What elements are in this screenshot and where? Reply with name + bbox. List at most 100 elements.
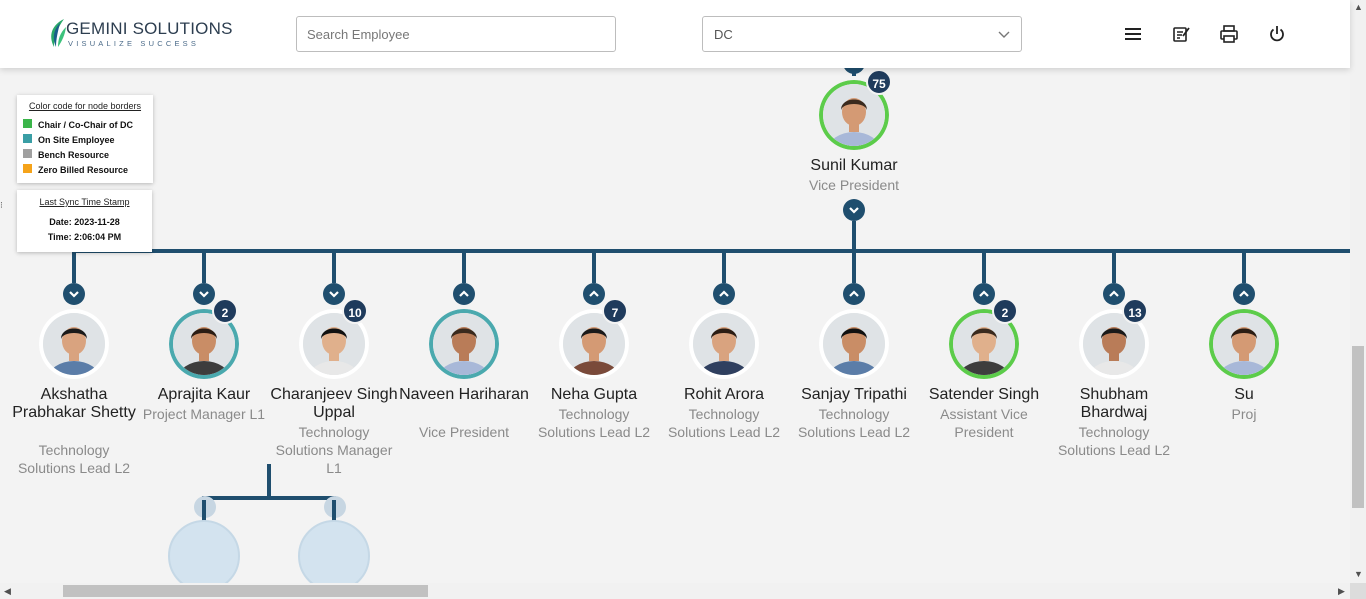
legend-swatch bbox=[23, 133, 32, 143]
chevron-up-icon bbox=[589, 290, 599, 297]
child-toggle[interactable] bbox=[63, 283, 85, 305]
employee-name[interactable]: Naveen Hariharan bbox=[399, 386, 529, 404]
person-icon bbox=[819, 309, 889, 379]
dc-select-value: DC bbox=[714, 27, 733, 42]
logo-text: GEMINI SOLUTIONS bbox=[66, 19, 233, 38]
sync-panel: Last Sync Time Stamp Date: 2023-11-28 Ti… bbox=[17, 190, 152, 252]
employee-title: Technology Solutions Lead L2 bbox=[797, 406, 911, 440]
connector-line bbox=[267, 464, 271, 498]
leaf-logo-icon bbox=[51, 19, 66, 47]
child-toggle[interactable] bbox=[1233, 283, 1255, 305]
chevron-down-icon bbox=[199, 291, 209, 298]
employee-title: Technology Solutions Lead L2 bbox=[667, 406, 781, 440]
scroll-down-arrow-icon[interactable]: ▼ bbox=[1354, 569, 1363, 579]
root-expand-toggle[interactable] bbox=[843, 199, 865, 221]
employee-name[interactable]: Akshatha Prabhakar Shetty bbox=[9, 386, 139, 422]
child-toggle[interactable] bbox=[193, 283, 215, 305]
employee-name[interactable]: Sanjay Tripathi bbox=[789, 386, 919, 404]
person-icon bbox=[689, 309, 759, 379]
reportee-count-badge: 7 bbox=[602, 298, 628, 324]
scroll-right-arrow-icon[interactable]: ▶ bbox=[1338, 586, 1345, 597]
legend-label: On Site Employee bbox=[38, 134, 115, 145]
employee-title: Assistant Vice President bbox=[940, 406, 1028, 440]
connector-line bbox=[852, 221, 856, 251]
employee-name[interactable]: Satender Singh bbox=[919, 386, 1049, 404]
chevron-up-icon bbox=[979, 290, 989, 297]
connector-line bbox=[332, 253, 336, 283]
connector-line bbox=[202, 496, 336, 500]
sync-time: Time: 2:06:04 PM bbox=[47, 232, 122, 242]
employee-name[interactable]: Aprajita Kaur bbox=[139, 386, 269, 404]
legend-label: Zero Billed Resource bbox=[38, 164, 129, 175]
chevron-up-icon bbox=[719, 290, 729, 297]
employee-avatar[interactable] bbox=[39, 309, 109, 379]
legend-swatch bbox=[23, 118, 32, 128]
chevron-up-icon bbox=[1239, 290, 1249, 297]
root-title: Vice President bbox=[808, 177, 899, 193]
connector-line bbox=[722, 253, 726, 283]
search-input[interactable] bbox=[296, 16, 616, 52]
employee-avatar[interactable] bbox=[689, 309, 759, 379]
employee-name[interactable]: Rohit Arora bbox=[659, 386, 789, 404]
employee-title: Technology Solutions Lead L2 bbox=[17, 442, 131, 476]
connector-line bbox=[852, 253, 856, 283]
child-toggle[interactable] bbox=[713, 283, 735, 305]
vertical-scroll-thumb[interactable] bbox=[1352, 346, 1364, 508]
scroll-up-arrow-icon[interactable]: ▲ bbox=[1354, 2, 1363, 12]
person-icon bbox=[39, 309, 109, 379]
root-name[interactable]: Sunil Kumar bbox=[789, 157, 919, 175]
legend-item: Zero Billed Resource bbox=[23, 162, 147, 177]
legend-item: On Site Employee bbox=[23, 132, 147, 147]
connector-line bbox=[592, 253, 596, 283]
child-toggle[interactable] bbox=[1103, 283, 1125, 305]
child-toggle[interactable] bbox=[843, 283, 865, 305]
reportee-count-badge: 2 bbox=[992, 298, 1018, 324]
person-icon bbox=[429, 309, 499, 379]
employee-title: Technology Solutions Manager L1 bbox=[275, 424, 393, 476]
scroll-left-arrow-icon[interactable]: ◀ bbox=[4, 586, 11, 597]
edge-marker: ⁝ bbox=[0, 200, 3, 210]
chevron-up-icon bbox=[1109, 290, 1119, 297]
reportee-count-badge: 13 bbox=[1122, 298, 1148, 324]
employee-name[interactable]: Su bbox=[1179, 386, 1309, 404]
reportee-count-badge: 2 bbox=[212, 298, 238, 324]
chevron-down-icon bbox=[69, 291, 79, 298]
power-icon[interactable] bbox=[1267, 24, 1287, 44]
chevron-down-icon bbox=[329, 291, 339, 298]
connector-line bbox=[462, 253, 466, 283]
print-icon[interactable] bbox=[1219, 24, 1239, 44]
notes-icon[interactable] bbox=[1171, 24, 1191, 44]
chevron-up-icon bbox=[459, 290, 469, 297]
chevron-down-icon bbox=[998, 31, 1010, 38]
logo-tagline: VISUALIZE SUCCESS bbox=[68, 39, 200, 48]
employee-avatar[interactable] bbox=[429, 309, 499, 379]
connector-line bbox=[1242, 253, 1246, 283]
child-toggle[interactable] bbox=[583, 283, 605, 305]
menu-icon[interactable] bbox=[1123, 24, 1143, 44]
legend-item: Bench Resource bbox=[23, 147, 147, 162]
top-header: GEMINI SOLUTIONS VISUALIZE SUCCESS DC bbox=[0, 0, 1350, 68]
loading-avatar bbox=[298, 520, 370, 592]
company-logo[interactable]: GEMINI SOLUTIONS VISUALIZE SUCCESS bbox=[46, 17, 232, 51]
sibling-bar bbox=[72, 249, 1350, 253]
legend-label: Bench Resource bbox=[38, 149, 110, 160]
child-toggle[interactable] bbox=[973, 283, 995, 305]
horizontal-scroll-thumb[interactable] bbox=[63, 585, 428, 597]
color-legend: Color code for node borders Chair / Co-C… bbox=[17, 95, 153, 183]
scroll-corner bbox=[1350, 583, 1366, 599]
employee-title: Project Manager L1 bbox=[142, 406, 266, 422]
employee-name[interactable]: Charanjeev Singh Uppal bbox=[269, 386, 399, 422]
sync-date: Date: 2023-11-28 bbox=[49, 217, 120, 227]
child-toggle[interactable] bbox=[323, 283, 345, 305]
child-toggle[interactable] bbox=[453, 283, 475, 305]
employee-name[interactable]: Shubham Bhardwaj bbox=[1049, 386, 1179, 422]
connector-line bbox=[202, 253, 206, 283]
legend-item: Chair / Co-Chair of DC bbox=[23, 117, 147, 132]
employee-title: Technology Solutions Lead L2 bbox=[537, 406, 651, 440]
person-icon bbox=[1209, 309, 1279, 379]
employee-title: Technology Solutions Lead L2 bbox=[1057, 424, 1171, 458]
employee-avatar[interactable] bbox=[1209, 309, 1279, 379]
employee-avatar[interactable] bbox=[819, 309, 889, 379]
employee-name[interactable]: Neha Gupta bbox=[529, 386, 659, 404]
dc-select[interactable]: DC bbox=[702, 16, 1022, 52]
